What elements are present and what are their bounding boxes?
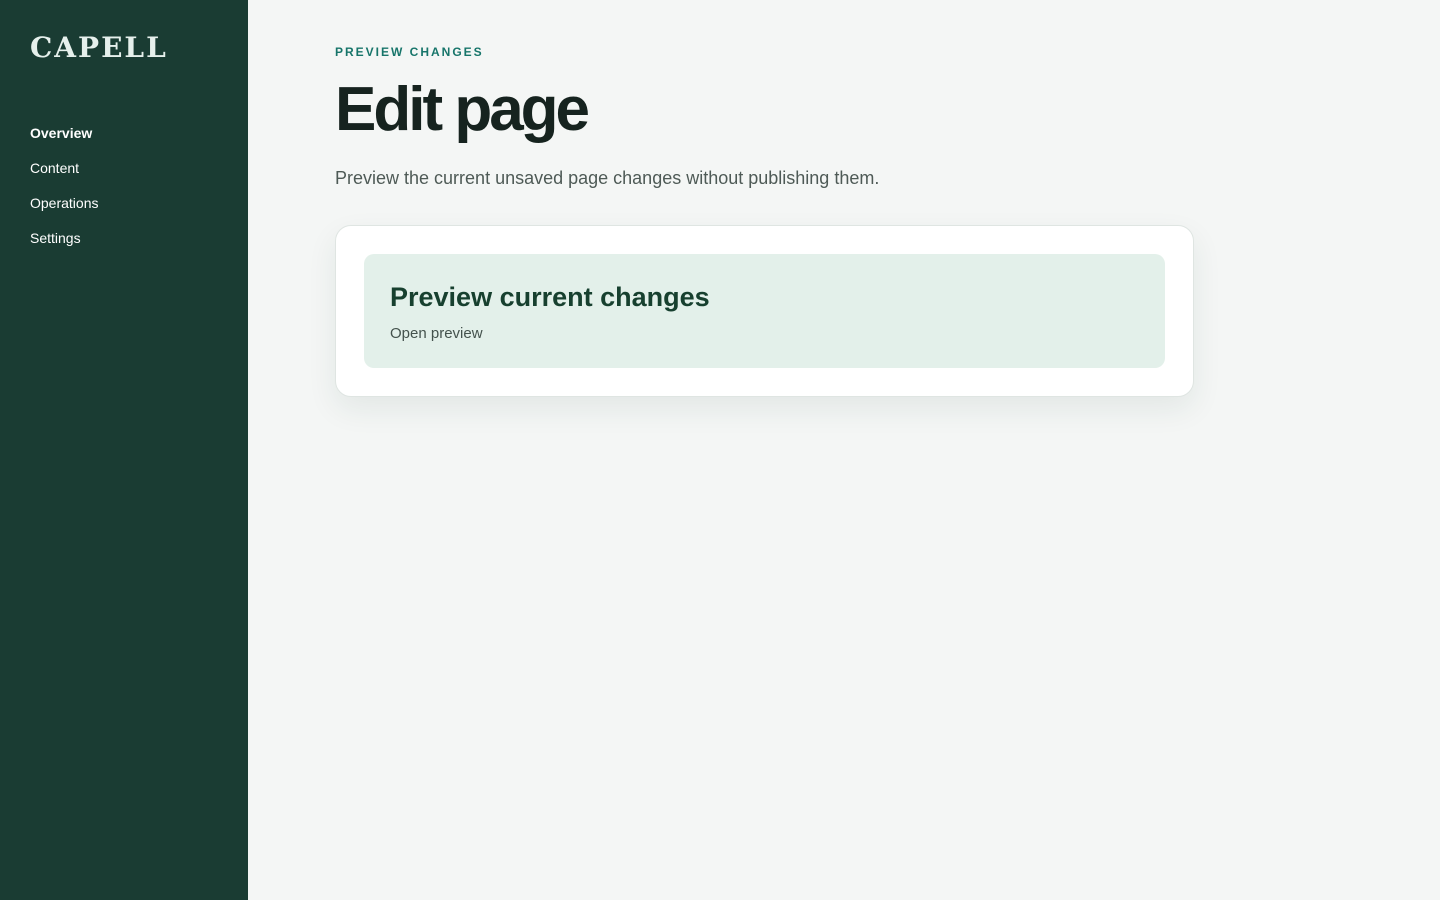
main-content: PREVIEW CHANGES Edit page Preview the cu… [0,0,1440,900]
app-shell: CAPELL Overview Content Operations Setti… [0,0,1440,900]
preview-action-subtitle: Open preview [390,325,483,342]
page-title: Edit page [335,75,590,144]
preview-current-changes-button[interactable]: Preview current changes Open preview [364,254,1165,368]
page-description: Preview the current unsaved page changes… [335,168,880,188]
preview-card: Preview current changes Open preview [335,225,1194,397]
page-eyebrow: PREVIEW CHANGES [335,45,484,59]
preview-action-title: Preview current changes [390,282,710,312]
